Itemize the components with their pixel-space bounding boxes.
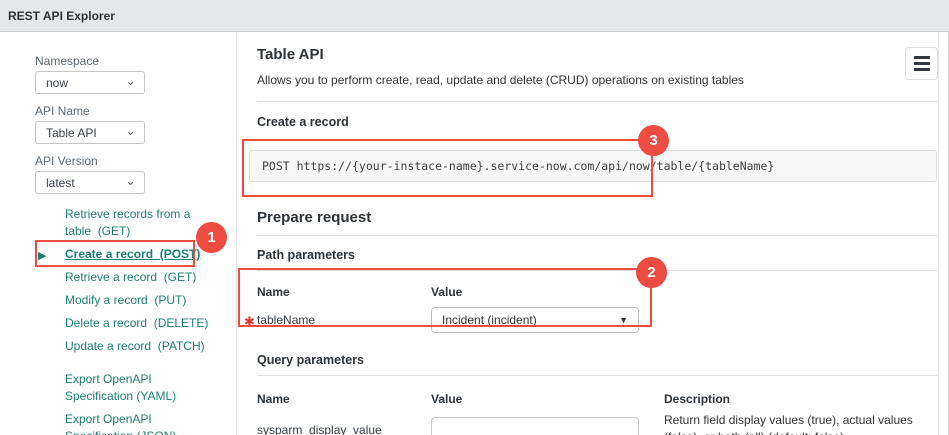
api-name-select[interactable]: Table API ⌄ <box>35 121 145 144</box>
required-asterisk-icon: ✱ <box>244 314 255 330</box>
nav-item-export-json[interactable]: Export OpenAPI Specification (JSON) <box>65 411 217 435</box>
api-description: Allows you to perform create, read, upda… <box>257 73 937 87</box>
api-version-label: API Version <box>35 155 236 168</box>
namespace-field: Namespace now ⌄ <box>35 55 236 94</box>
api-name-label: API Name <box>35 105 236 118</box>
table-row-value <box>431 417 664 435</box>
table-row-value: Incident (incident) ▼ <box>431 307 664 333</box>
column-header-value: Value <box>431 392 664 406</box>
divider <box>257 235 937 236</box>
nav-item-delete-record[interactable]: Delete a record (DELETE) <box>65 315 217 332</box>
api-version-select[interactable]: latest ⌄ <box>35 171 145 194</box>
nav-item-export-yaml[interactable]: Export OpenAPI Specification (YAML) <box>65 371 217 405</box>
nav-item-create-record[interactable]: ▶ Create a record (POST) <box>65 246 217 263</box>
hamburger-icon <box>914 62 930 65</box>
chevron-down-icon: ⌄ <box>125 76 136 86</box>
nav-link[interactable]: Delete a record (DELETE) <box>65 316 208 330</box>
chevron-down-icon: ⌄ <box>125 126 136 136</box>
tablename-dropdown[interactable]: Incident (incident) ▼ <box>431 307 639 333</box>
column-header-value: Value <box>431 285 664 299</box>
namespace-select[interactable]: now ⌄ <box>35 71 145 94</box>
content-area: Namespace now ⌄ API Name Table API ⌄ API… <box>0 32 949 435</box>
hamburger-icon <box>914 68 930 71</box>
table-row-name: sysparm_display_value <box>257 423 431 435</box>
page-title: REST API Explorer <box>8 9 115 23</box>
param-name: sysparm_display_value <box>257 423 382 435</box>
nav-link[interactable]: Export OpenAPI Specification (JSON) <box>65 412 176 435</box>
tablename-dropdown-value: Incident (incident) <box>442 313 537 327</box>
nav-item-modify-record[interactable]: Modify a record (PUT) <box>65 292 217 309</box>
menu-button[interactable] <box>905 47 938 80</box>
panel-right-edge <box>938 32 939 435</box>
param-name: tableName <box>257 313 315 327</box>
api-version-field: API Version latest ⌄ <box>35 155 236 194</box>
sidebar: Namespace now ⌄ API Name Table API ⌄ API… <box>0 32 237 435</box>
divider <box>257 270 937 271</box>
hamburger-icon <box>914 56 930 59</box>
table-row-name: ✱ tableName <box>257 313 431 327</box>
api-name-field: API Name Table API ⌄ <box>35 105 236 144</box>
param-description: Return field display values (true), actu… <box>664 412 937 435</box>
endpoint-url-box: POST https://{your-instace-name}.service… <box>249 150 937 182</box>
nav-spacer <box>65 361 236 371</box>
nav-link[interactable]: Update a record (PATCH) <box>65 339 205 353</box>
divider <box>257 101 937 102</box>
nav-link[interactable]: Retrieve a record (GET) <box>65 270 196 284</box>
api-method-nav: Retrieve records from a table (GET) ▶ Cr… <box>35 206 236 435</box>
column-header-name: Name <box>257 392 431 406</box>
nav-link[interactable]: Create a record (POST) <box>65 247 200 261</box>
divider <box>257 375 937 376</box>
nav-item-retrieve-records[interactable]: Retrieve records from a table (GET) <box>65 206 217 240</box>
path-parameters-table: Name Value ✱ tableName Incident (inciden… <box>257 285 937 333</box>
column-header-description: Description <box>664 392 937 406</box>
chevron-down-icon: ⌄ <box>125 176 136 186</box>
namespace-select-value: now <box>46 76 68 90</box>
nav-link[interactable]: Modify a record (PUT) <box>65 293 186 307</box>
api-name-select-value: Table API <box>46 126 97 140</box>
prepare-request-heading: Prepare request <box>257 209 937 227</box>
nav-link[interactable]: Retrieve records from a table (GET) <box>65 207 194 238</box>
nav-item-retrieve-record[interactable]: Retrieve a record (GET) <box>65 269 217 286</box>
api-version-select-value: latest <box>46 176 75 190</box>
column-header-name: Name <box>257 285 431 299</box>
play-triangle-icon: ▶ <box>38 248 46 265</box>
path-parameters-heading: Path parameters <box>257 248 937 262</box>
query-parameters-table: Name Value Description sysparm_display_v… <box>257 392 937 435</box>
sysparm-display-value-input[interactable] <box>431 417 639 435</box>
namespace-label: Namespace <box>35 55 236 68</box>
api-title: Table API <box>257 46 937 64</box>
dropdown-arrow-icon: ▼ <box>619 315 628 325</box>
create-record-heading: Create a record <box>257 115 937 129</box>
nav-link[interactable]: Export OpenAPI Specification (YAML) <box>65 372 176 403</box>
nav-item-update-record[interactable]: Update a record (PATCH) <box>65 338 217 355</box>
app-header: REST API Explorer <box>0 0 949 32</box>
main-panel: Table API Allows you to perform create, … <box>237 32 949 435</box>
query-parameters-heading: Query parameters <box>257 353 937 367</box>
